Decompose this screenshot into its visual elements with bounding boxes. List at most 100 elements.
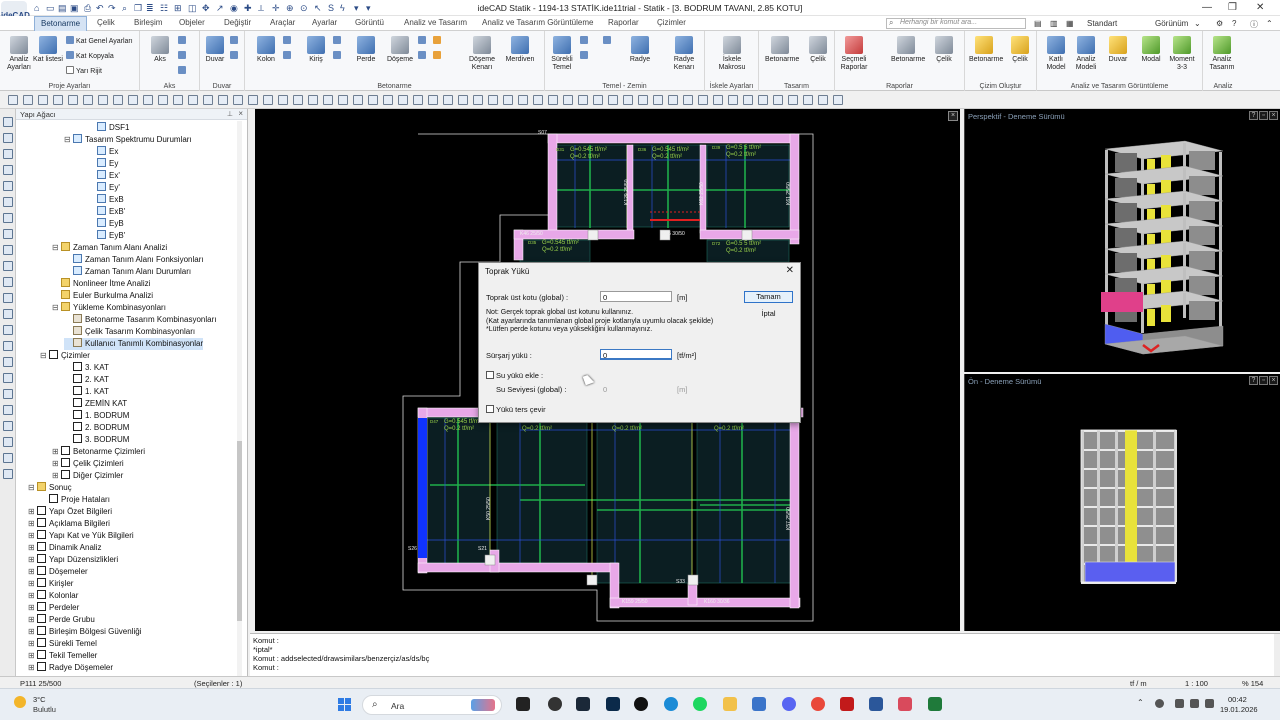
draw-tool-icon[interactable] [98,95,108,105]
task-view-icon[interactable] [516,697,530,711]
draw-tool-icon[interactable] [308,95,318,105]
cancel-button[interactable]: İptal [744,308,793,320]
close-icon[interactable]: ✕ [786,265,794,276]
tree-item[interactable]: ⊞ Tekil Temeller [28,650,97,662]
doseme-tool-3[interactable] [433,36,443,45]
side-tool-icon[interactable] [3,469,13,479]
draw-tool-icon[interactable] [728,95,738,105]
doseme-tool-2[interactable] [418,51,428,60]
side-tool-icon[interactable] [3,261,13,271]
draw-tool-icon[interactable] [608,95,618,105]
draw-tool-icon[interactable] [503,95,513,105]
tree-item[interactable]: EyB [88,218,124,230]
side-tool-icon[interactable] [3,373,13,383]
tree-item[interactable]: Proje Hataları [40,494,110,506]
kat-kopyala-button[interactable]: Kat Kopyala [66,51,114,60]
draw-tool-icon[interactable] [8,95,18,105]
side-tool-icon[interactable] [3,117,13,127]
draw-tool-icon[interactable] [623,95,633,105]
draw-tool-icon[interactable] [353,95,363,105]
chatgpt-icon[interactable] [548,697,562,711]
expand-toggle-icon[interactable]: ⊞ [28,506,35,518]
side-tool-icon[interactable] [3,309,13,319]
moment-button[interactable]: Moment 3-3 [1167,36,1197,72]
secmeli-raporlar-button[interactable]: Seçmeli Raporlar [839,36,869,72]
draw-tool-icon[interactable] [758,95,768,105]
tree-item[interactable]: ⊞ Perde Grubu [28,614,95,626]
merdiven-button[interactable]: Merdiven [505,36,535,64]
expand-toggle-icon[interactable]: ⊟ [52,302,59,314]
expand-toggle-icon[interactable]: ⊞ [52,446,59,458]
tree-item[interactable]: ⊞ Diğer Çizimler [52,470,123,482]
expand-toggle-icon[interactable]: ⊞ [28,650,35,662]
weather-sun-icon[interactable] [14,696,26,708]
tree-item[interactable]: Ex [88,146,118,158]
chevron-down-icon[interactable]: ⌄ [1194,19,1201,28]
tree-item[interactable]: Euler Burkulma Analizi [52,290,153,302]
draw-tool-icon[interactable] [518,95,528,105]
microphone-icon[interactable] [1155,699,1164,708]
expand-toggle-icon[interactable]: ⊞ [28,590,35,602]
temel-tool-3[interactable] [603,36,613,45]
analiz-ayarlari-button[interactable]: Analiz Ayarları [4,36,34,72]
betonarme-drawing-button[interactable]: Betonarme [969,36,1003,64]
pin-icon[interactable]: ? [1249,111,1258,120]
draw-tool-icon[interactable] [143,95,153,105]
tree-item[interactable]: ⊞ Dinamik Analiz [28,542,101,554]
tree-item[interactable]: EyB' [88,230,125,242]
layout-icon[interactable]: ▤ [1034,19,1042,28]
pin-icon[interactable]: ⊥ [227,110,233,118]
expand-toggle-icon[interactable]: ⊞ [28,578,35,590]
katli-model-button[interactable]: Katlı Model [1041,36,1071,72]
tab-goruntu[interactable]: Görüntü [355,18,384,27]
status-scale[interactable]: 1 : 100 [1185,679,1208,688]
status-unit[interactable]: tf / m [1130,679,1147,688]
tree-item[interactable]: ⊟ Yükleme Kombinasyonları [52,302,166,314]
draw-tool-icon[interactable] [443,95,453,105]
steam-icon[interactable] [576,697,590,711]
idecad-taskbar-icon[interactable] [898,697,912,711]
side-tool-icon[interactable] [3,341,13,351]
side-tool-icon[interactable] [3,293,13,303]
draw-tool-icon[interactable] [413,95,423,105]
side-tool-icon[interactable] [3,421,13,431]
doseme-tool-4[interactable] [433,51,443,60]
draw-tool-icon[interactable] [113,95,123,105]
draw-tool-icon[interactable] [818,95,828,105]
draw-tool-icon[interactable] [638,95,648,105]
maximize-icon[interactable]: ▫ [1259,376,1268,385]
draw-tool-icon[interactable] [488,95,498,105]
aks-tool-2[interactable] [178,51,188,60]
side-tool-icon[interactable] [3,149,13,159]
expand-toggle-icon[interactable]: ⊟ [40,350,47,362]
ok-button[interactable]: Tamam [744,291,793,303]
radye-kenari-button[interactable]: Radye Kenarı [669,36,699,72]
expand-toggle-icon[interactable]: ⊞ [28,662,35,674]
expand-toggle-icon[interactable]: ⊞ [28,638,35,650]
side-tool-icon[interactable] [3,229,13,239]
tab-birlesim[interactable]: Birleşim [134,18,162,27]
tree-item[interactable]: ExB' [88,206,125,218]
photoshop-icon[interactable] [606,697,620,711]
draw-tool-icon[interactable] [368,95,378,105]
expand-toggle-icon[interactable]: ⊞ [28,614,35,626]
draw-tool-icon[interactable] [713,95,723,105]
side-tool-icon[interactable] [3,133,13,143]
reverse-load-checkbox[interactable] [486,405,494,413]
radye-button[interactable]: Radye [625,36,655,64]
draw-tool-icon[interactable] [203,95,213,105]
tree-item[interactable]: Kullanıcı Tanımlı Kombinasyonlar [64,338,204,350]
acrobat-icon[interactable] [840,697,854,711]
side-tool-icon[interactable] [3,405,13,415]
tab-cizimler[interactable]: Çizimler [657,18,686,27]
iskele-makrosu-button[interactable]: İskele Makrosu [717,36,747,72]
side-tool-icon[interactable] [3,437,13,447]
analiz-tasarim-button[interactable]: Analiz Tasarım [1207,36,1237,72]
draw-tool-icon[interactable] [398,95,408,105]
windows-start-icon[interactable] [338,698,352,712]
draw-tool-icon[interactable] [38,95,48,105]
duvar-button[interactable]: Duvar [200,36,230,64]
pin-icon[interactable]: ? [1249,376,1258,385]
restore-icon[interactable]: ❐ [1228,2,1237,13]
draw-tool-icon[interactable] [173,95,183,105]
